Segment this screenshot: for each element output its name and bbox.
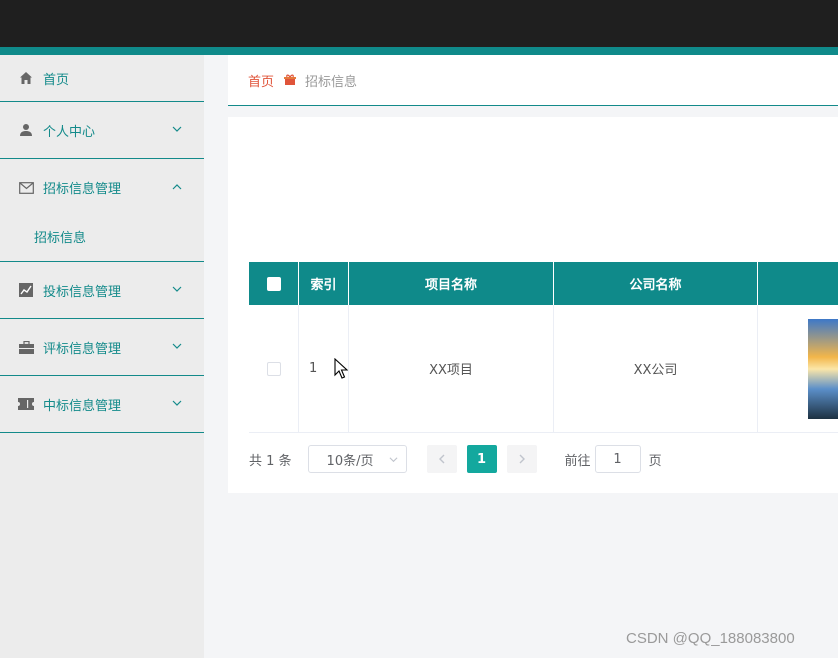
- page-size-value: 10条/页: [326, 453, 374, 469]
- goto-page-input[interactable]: [594, 445, 641, 473]
- cell-project-name: XX项目: [349, 305, 554, 432]
- briefcase-icon: [18, 339, 34, 355]
- mouse-cursor-icon: [334, 358, 348, 379]
- sidebar-item-personal-center[interactable]: 个人中心: [0, 102, 204, 159]
- goto-label: 前往: [564, 453, 591, 469]
- sidebar-item-label: 招标信息管理: [43, 182, 122, 197]
- pagination: 共 1 条 10条/页 1 前往 页: [249, 444, 662, 474]
- row-checkbox[interactable]: [266, 361, 281, 376]
- sidebar-item-label: 中标信息管理: [43, 398, 122, 414]
- breadcrumb: 首页 招标信息: [228, 55, 838, 106]
- sidebar-item-label: 评标信息管理: [43, 341, 122, 357]
- sidebar-item-evaluation-info-management[interactable]: 评标信息管理: [0, 319, 204, 376]
- user-icon: [18, 122, 34, 138]
- sidebar-item-bid-info-management[interactable]: 投标信息管理: [0, 262, 204, 319]
- sidebar-item-tender-info-management[interactable]: 招标信息管理: [0, 159, 204, 216]
- sunset-thumbnail-image[interactable]: [808, 318, 838, 419]
- chevron-up-icon: [172, 183, 182, 189]
- chevron-down-icon: [172, 126, 182, 132]
- cell-image: [758, 305, 838, 432]
- row-select-cell: [249, 305, 299, 432]
- watermark-text: CSDN @QQ_188083800: [626, 630, 795, 647]
- sidebar-item-label: 投标信息管理: [43, 284, 122, 300]
- mail-icon: [18, 180, 34, 196]
- header-image: [758, 262, 838, 305]
- sidebar-subitem-tender-info[interactable]: 招标信息: [0, 212, 204, 262]
- chevron-down-icon: [389, 457, 398, 463]
- goto-suffix: 页: [648, 453, 662, 469]
- sidebar: 首页 个人中心 招标信息管理 招标信息 投标信息管理 评标信息管理 中标信息管理: [0, 55, 204, 658]
- sidebar-item-label: 个人中心: [43, 124, 96, 140]
- breadcrumb-current: 招标信息: [305, 74, 358, 90]
- header-index: 索引: [299, 262, 349, 305]
- top-bar-accent-line: [0, 47, 838, 55]
- home-icon: [18, 70, 34, 86]
- top-bar: [0, 0, 838, 47]
- main-content: 首页 招标信息 索引 项目名称 公司名称 1 XX项目 XX公司 共 1 条 1…: [228, 55, 838, 493]
- header-project-name: 项目名称: [349, 262, 554, 305]
- chevron-down-icon: [172, 343, 182, 349]
- page-number-button[interactable]: 1: [466, 445, 497, 473]
- chevron-right-icon: [519, 454, 525, 464]
- pagination-total: 共 1 条: [249, 453, 292, 469]
- breadcrumb-home-link[interactable]: 首页: [248, 71, 274, 90]
- goto-page: 前往 页: [565, 445, 662, 473]
- chevron-down-icon: [172, 400, 182, 406]
- gift-icon: [284, 74, 297, 86]
- ticket-icon: [18, 396, 34, 412]
- header-company-name: 公司名称: [554, 262, 758, 305]
- tender-table: 索引 项目名称 公司名称 1 XX项目 XX公司: [249, 262, 838, 433]
- cell-company-name: XX公司: [554, 305, 758, 432]
- chart-icon: [18, 282, 34, 298]
- prev-page-button[interactable]: [426, 445, 457, 473]
- chevron-left-icon: [438, 454, 445, 464]
- page-size-select[interactable]: 10条/页: [307, 445, 407, 473]
- next-page-button[interactable]: [506, 445, 537, 473]
- select-all-checkbox[interactable]: [266, 276, 281, 291]
- sidebar-item-award-info-management[interactable]: 中标信息管理: [0, 376, 204, 433]
- table-header: 索引 项目名称 公司名称: [249, 262, 838, 305]
- content-panel: 索引 项目名称 公司名称 1 XX项目 XX公司 共 1 条 10条/页 1 前…: [228, 117, 838, 493]
- chevron-down-icon: [172, 286, 182, 292]
- sidebar-item-label: 首页: [43, 72, 70, 88]
- header-select-cell: [249, 262, 299, 305]
- sidebar-subitem-label: 招标信息: [34, 231, 87, 246]
- sidebar-item-home[interactable]: 首页: [0, 55, 204, 102]
